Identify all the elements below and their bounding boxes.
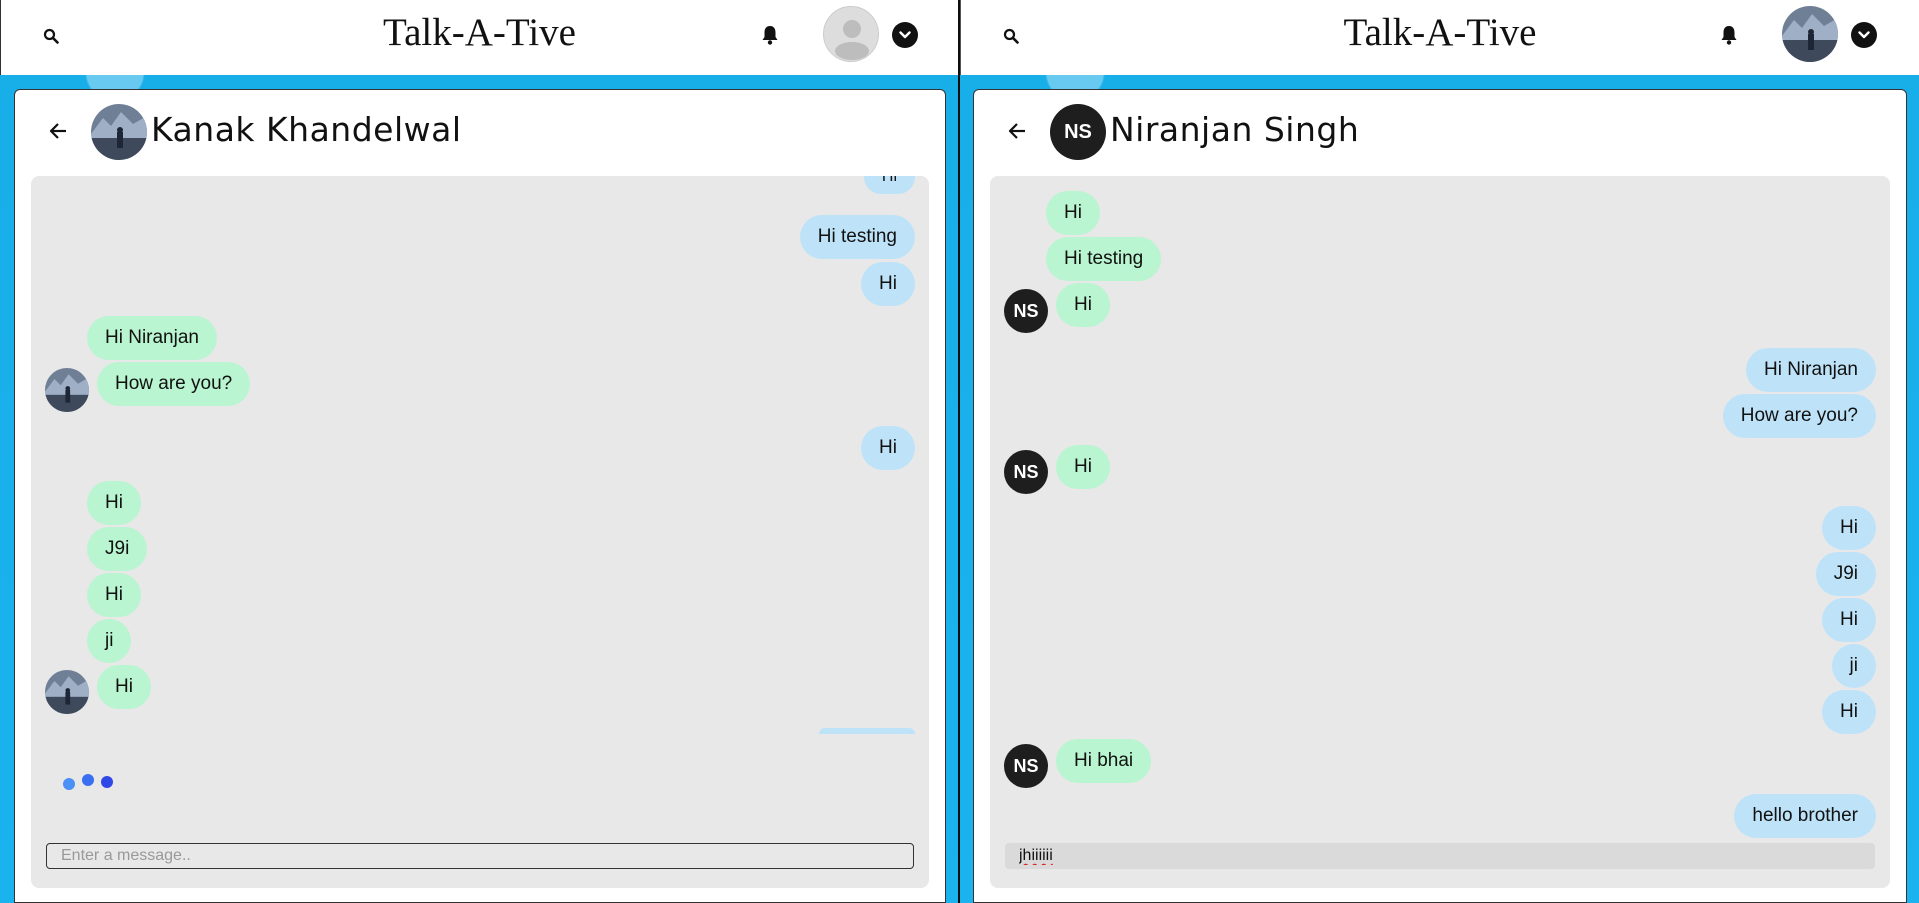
message-bubble-received: Hi — [1056, 283, 1110, 327]
chat-title: Kanak Khandelwal — [151, 110, 462, 149]
message-bubble-sent: Hi — [1822, 506, 1876, 550]
app-title: Talk-A-Tive — [383, 11, 576, 54]
chat-header: NS Niranjan Singh — [974, 90, 1906, 174]
message-bubble-received: J9i — [87, 527, 148, 571]
chevron-down-icon — [1858, 31, 1870, 39]
message-input[interactable] — [1005, 843, 1875, 869]
search-icon — [1003, 28, 1019, 44]
search-icon — [43, 28, 59, 44]
photo-avatar-image — [1782, 6, 1838, 62]
message-bubble-sent: Hi — [1822, 598, 1876, 642]
photo-avatar-image — [91, 104, 147, 160]
message-bubble-received: How are you? — [97, 362, 251, 406]
message-bubble-received: Hi — [87, 573, 141, 617]
back-button[interactable] — [1004, 118, 1030, 144]
chevron-down-icon — [899, 31, 911, 39]
message-bubble-received: Hi — [1046, 191, 1100, 235]
message-bubble-received: Hi — [87, 481, 141, 525]
typing-dot — [101, 776, 113, 788]
profile-menu-button[interactable] — [1851, 22, 1877, 48]
arrow-left-icon — [1008, 123, 1025, 139]
default-user-icon — [835, 20, 869, 60]
message-input[interactable] — [46, 843, 914, 869]
chat-title: Niranjan Singh — [1110, 110, 1360, 149]
chat-card: Kanak Khandelwal Hi Hi testing Hi Hi Nir… — [14, 89, 946, 903]
message-bubble-sent: J9i — [1815, 552, 1876, 596]
contact-avatar[interactable] — [91, 104, 147, 160]
sender-avatar — [45, 368, 89, 412]
message-list: Hi Hi testing Hi Hi Niranjan How are you… — [31, 176, 929, 888]
message-bubble-sent: hello brother — [1734, 794, 1876, 838]
message-bubble-sent: Hi — [861, 426, 915, 470]
chat-card: NS Niranjan Singh Hi Hi testing NS Hi Hi… — [973, 89, 1907, 903]
profile-avatar[interactable] — [1782, 6, 1838, 62]
typing-dot — [63, 778, 75, 790]
message-list: Hi Hi testing NS Hi Hi Niranjan How are … — [990, 176, 1890, 888]
message-bubble-received: Hi bhai — [1056, 739, 1152, 783]
profile-avatar[interactable] — [823, 6, 879, 62]
photo-avatar-image — [45, 670, 89, 714]
message-bubble-received: Hi — [97, 665, 151, 709]
message-bubble-received: Hi testing — [1046, 237, 1162, 281]
message-bubble-received: Hi Niranjan — [87, 316, 217, 360]
message-bubble-sent: How are you? — [1722, 394, 1876, 438]
message-bubble-received: ji — [87, 619, 132, 663]
message-bubble-sent: Hi — [1822, 690, 1876, 734]
photo-avatar-image — [45, 368, 89, 412]
notification-button[interactable] — [758, 22, 782, 48]
app-title: Talk-A-Tive — [1343, 11, 1537, 54]
sender-avatar: NS — [1004, 744, 1048, 788]
search-button[interactable] — [999, 24, 1023, 48]
message-bubble-sent: Hi Niranjan — [1746, 348, 1876, 392]
message-bubble-received: Hi — [1056, 445, 1110, 489]
sender-avatar: NS — [1004, 289, 1048, 333]
message-bubble-sent: Hi — [863, 176, 915, 194]
profile-menu-button[interactable] — [892, 22, 918, 48]
search-button[interactable] — [39, 24, 63, 48]
right-window: Talk-A-Tive NS Niranjan Singh Hi Hi test… — [960, 0, 1919, 903]
sender-avatar: NS — [1004, 450, 1048, 494]
message-bubble-sent-partial — [819, 728, 915, 734]
top-bar: Talk-A-Tive — [960, 0, 1919, 75]
message-bubble-sent: Hi testing — [799, 215, 915, 259]
top-bar: Talk-A-Tive — [0, 0, 958, 75]
arrow-left-icon — [49, 123, 66, 139]
sender-avatar — [45, 670, 89, 714]
chat-header: Kanak Khandelwal — [15, 90, 945, 174]
left-window: Talk-A-Tive Kanak Khandelwal Hi Hi testi… — [0, 0, 960, 903]
bell-icon — [762, 26, 778, 45]
contact-avatar[interactable]: NS — [1050, 104, 1106, 160]
typing-dot — [82, 774, 94, 786]
message-bubble-sent: ji — [1831, 644, 1876, 688]
back-button[interactable] — [45, 118, 71, 144]
message-bubble-sent: Hi — [861, 262, 915, 306]
notification-button[interactable] — [1717, 22, 1741, 48]
bell-icon — [1721, 26, 1737, 45]
